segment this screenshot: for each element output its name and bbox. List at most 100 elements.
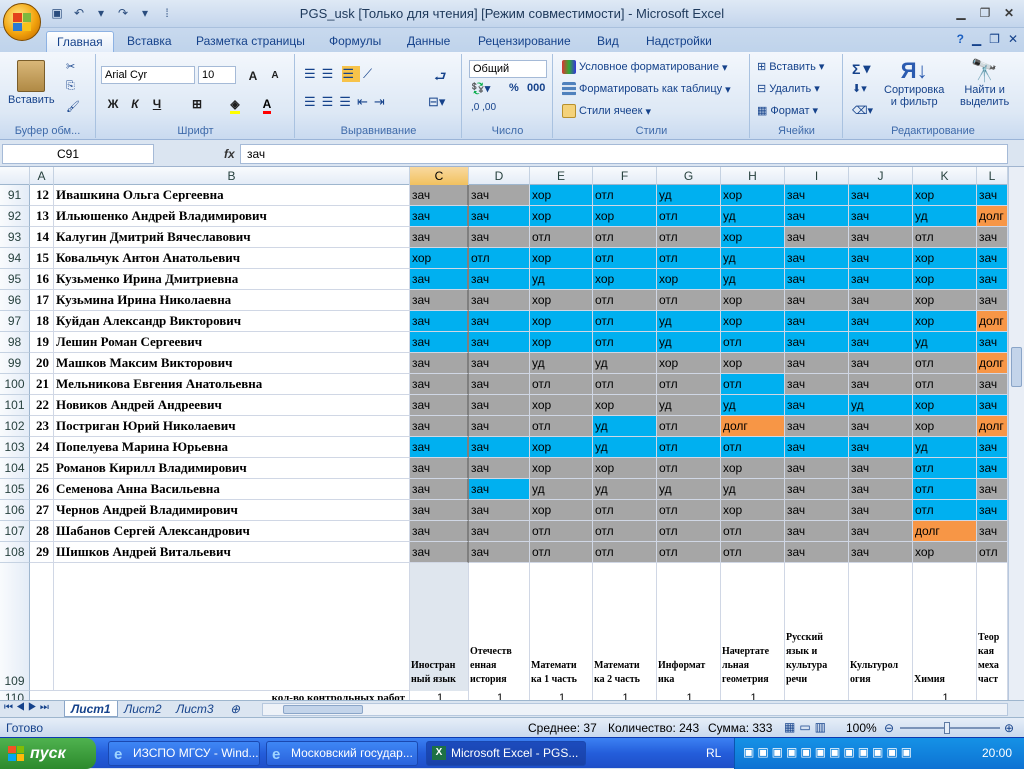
cell-grade[interactable]: зач [977,479,1008,500]
cell-grade[interactable]: хор [593,269,657,290]
cell-grade[interactable]: хор [530,395,593,416]
cell-number[interactable]: 22 [30,395,54,416]
cell-grade[interactable]: отл [593,500,657,521]
cell-grade[interactable]: зач [849,227,913,248]
column-header-c[interactable]: C [410,167,469,185]
cell-grade[interactable]: уд [593,479,657,500]
cell-number[interactable]: 28 [30,521,54,542]
close-button[interactable]: ✕ [998,4,1020,22]
tab-home[interactable]: Главная [46,31,114,52]
column-header-i[interactable]: I [785,167,849,185]
cell-grade[interactable]: отл [657,374,721,395]
row-header[interactable]: 103 [0,437,30,458]
cell-grade[interactable]: зач [469,332,530,353]
zoom-in-icon[interactable]: ⊕ [1004,721,1014,735]
horizontal-scrollbar[interactable] [262,703,1008,716]
cell-student-name[interactable]: Куйдан Александр Викторович [54,311,410,332]
cell-grade[interactable]: уд [657,479,721,500]
control-works-count[interactable]: 1 [657,691,721,700]
sheet-nav-arrows[interactable]: ⏮◀▶⏭ [4,702,52,713]
cell-grade[interactable]: хор [530,332,593,353]
insert-sheet-icon[interactable]: ⊕ [224,701,246,717]
control-works-count[interactable]: 1 [469,691,530,700]
restore-button[interactable]: ❐ [974,4,996,22]
cell-grade[interactable]: зач [785,374,849,395]
column-header-e[interactable]: E [530,167,593,185]
cell-grade[interactable]: отл [593,332,657,353]
control-works-count[interactable]: 1 [721,691,785,700]
cell-grade[interactable]: зач [785,479,849,500]
cell-grade[interactable]: уд [657,185,721,206]
borders-icon[interactable]: ⊞ [187,94,207,112]
row-header[interactable]: 107 [0,521,30,542]
cell-grade[interactable]: отл [913,374,977,395]
cell-grade[interactable]: зач [410,437,469,458]
subject-header[interactable]: Теор кая меха част [977,563,1008,691]
select-all-corner[interactable] [0,167,30,185]
cell-grade[interactable]: хор [410,248,469,269]
cell-grade[interactable]: зач [785,500,849,521]
cut-icon[interactable]: ✂ [66,60,75,73]
column-header-b[interactable]: B [54,167,410,185]
cell-number[interactable]: 12 [30,185,54,206]
tab-insert[interactable]: Вставка [117,31,182,52]
cell-grade[interactable]: уд [530,269,593,290]
cell-grade[interactable]: зач [977,374,1008,395]
column-header-k[interactable]: K [913,167,977,185]
cell-grade[interactable]: зач [849,269,913,290]
cell-grade[interactable]: зач [785,332,849,353]
cell-grade[interactable]: зач [785,269,849,290]
cell-grade[interactable]: отл [593,185,657,206]
find-select-button[interactable]: 🔭 Найти и выделить [960,58,1009,108]
cell-grade[interactable]: зач [469,542,530,563]
cell-student-name[interactable]: Лешин Роман Сергеевич [54,332,410,353]
horizontal-align-icons[interactable]: ☰☰☰⇤⇥ [304,94,391,110]
cell-student-name[interactable]: Машков Максим Викторович [54,353,410,374]
cell-student-name[interactable]: Попелуева Марина Юрьевна [54,437,410,458]
font-size-select[interactable]: 10 [198,66,236,84]
cell-grade[interactable]: хор [721,458,785,479]
subject-header[interactable]: Математи ка 2 часть [593,563,657,691]
cell-grade[interactable]: отл [657,248,721,269]
cell-grade[interactable]: зач [410,353,469,374]
row-header[interactable]: 94 [0,248,30,269]
cell-grade[interactable]: отл [530,374,593,395]
cell-grade[interactable]: хор [913,311,977,332]
cell-grade[interactable]: отл [657,458,721,479]
cell-grade[interactable]: хор [913,395,977,416]
cell-number[interactable]: 24 [30,437,54,458]
insert-cells-button[interactable]: ⊞ Вставить ▾ [757,60,824,74]
cell-grade[interactable]: зач [410,185,469,206]
subject-header[interactable]: Математи ка 1 часть [530,563,593,691]
cell-grade[interactable]: хор [721,290,785,311]
row-header[interactable]: 93 [0,227,30,248]
cell-grade[interactable]: хор [530,290,593,311]
cell-grade[interactable]: зач [469,374,530,395]
cell-grade[interactable]: хор [913,416,977,437]
cell-grade[interactable]: отл [913,500,977,521]
cell-grade[interactable]: долг [977,353,1008,374]
spreadsheet-grid[interactable]: ABCDEFGHIJKL 91 12 Ивашкина Ольга Сергеевн… [0,167,1008,700]
clear-icon[interactable]: ⌫▾ [852,104,873,117]
language-indicator[interactable]: RL [706,746,721,760]
control-works-count[interactable]: 1 [593,691,657,700]
cell-grade[interactable]: зач [849,374,913,395]
row-header[interactable]: 99 [0,353,30,374]
cell-grade[interactable]: зач [977,248,1008,269]
cell-grade[interactable]: долг [977,206,1008,227]
cell-grade[interactable]: зач [410,416,469,437]
cell-student-name[interactable]: Мельникова Евгения Анатольевна [54,374,410,395]
cell-grade[interactable]: зач [469,269,530,290]
cell-grade[interactable]: зач [785,206,849,227]
control-works-label[interactable]: кол-во контрольных работ [30,691,410,700]
cell-grade[interactable]: зач [977,227,1008,248]
autosum-button[interactable]: Σ ▾ [852,60,870,77]
cell-grade[interactable]: отл [593,542,657,563]
row-header[interactable]: 108 [0,542,30,563]
cell-grade[interactable]: хор [913,248,977,269]
cell-grade[interactable]: зач [785,185,849,206]
cell-grade[interactable]: уд [849,395,913,416]
fx-icon[interactable]: fx [224,147,235,161]
cell-grade[interactable]: зач [785,437,849,458]
cell-grade[interactable]: зач [849,248,913,269]
